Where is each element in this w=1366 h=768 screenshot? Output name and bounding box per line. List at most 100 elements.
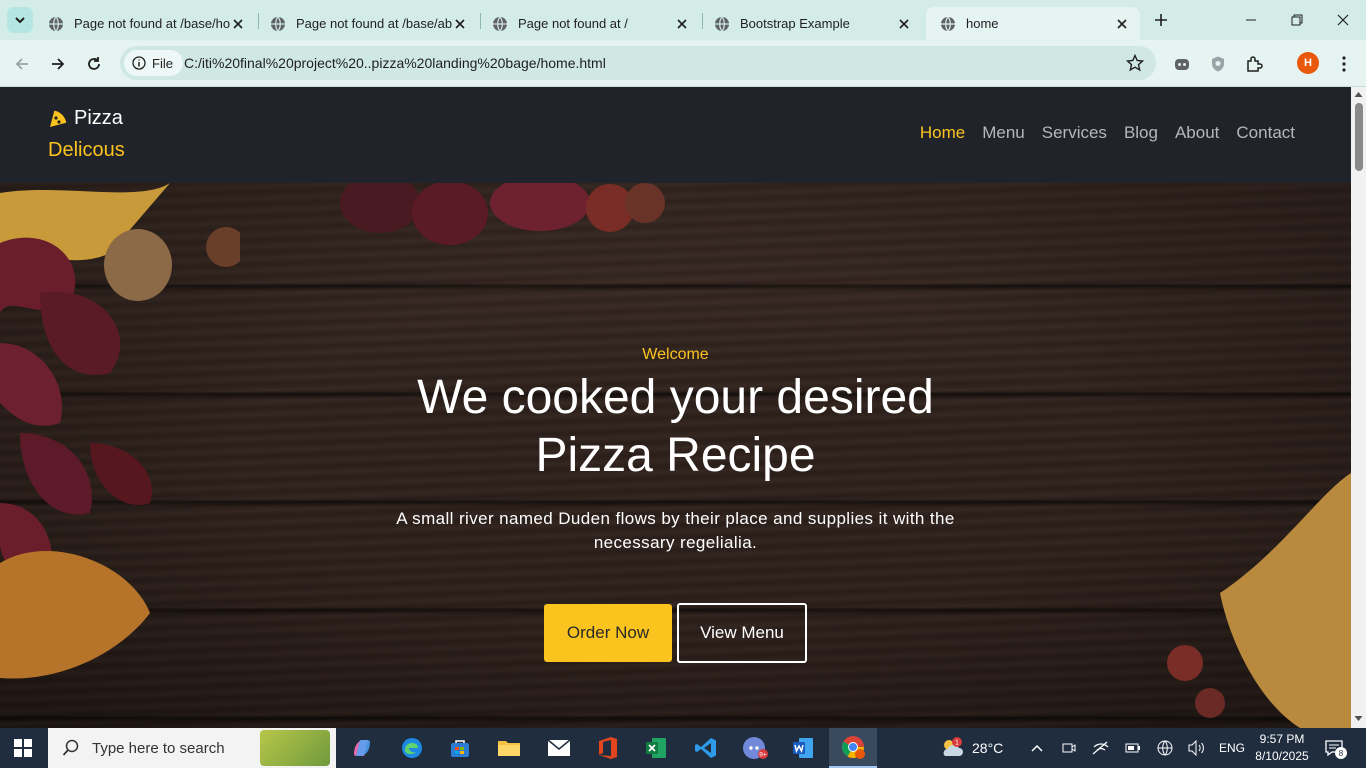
brand-name: Pizza: [74, 107, 123, 129]
chrome-icon: [842, 736, 865, 759]
close-icon: [1337, 14, 1349, 26]
taskbar-edge[interactable]: [396, 732, 428, 764]
taskbar-excel[interactable]: [640, 732, 672, 764]
clock-date: 8/10/2025: [1255, 749, 1309, 763]
bookmark-star-icon[interactable]: [1126, 54, 1144, 72]
scroll-down-arrow-icon[interactable]: [1354, 714, 1363, 723]
restore-icon: [1291, 14, 1303, 26]
tab-title: home: [966, 16, 999, 31]
nav-link-home[interactable]: Home: [920, 123, 965, 143]
info-icon: [132, 56, 146, 70]
taskbar-vscode[interactable]: [690, 732, 722, 764]
globe-icon: [715, 16, 729, 31]
folder-icon: [498, 741, 520, 756]
minimize-icon: [1246, 19, 1256, 21]
taskbar-copilot[interactable]: [346, 732, 378, 764]
tab-2[interactable]: Page not found at /base/about: [256, 7, 478, 40]
network-icon[interactable]: [1092, 741, 1110, 755]
shield-extension-button[interactable]: [1204, 50, 1232, 78]
back-button[interactable]: [8, 50, 36, 78]
close-icon[interactable]: [230, 16, 246, 32]
tab-search-button[interactable]: [7, 7, 33, 33]
view-menu-button[interactable]: View Menu: [677, 603, 807, 663]
battery-icon[interactable]: [1125, 742, 1141, 754]
notification-icon[interactable]: 8: [1324, 738, 1348, 760]
minimize-button[interactable]: [1228, 0, 1274, 40]
plus-icon: [1155, 14, 1167, 26]
reload-button[interactable]: [80, 50, 108, 78]
tab-3[interactable]: Page not found at /: [478, 7, 700, 40]
copilot-button[interactable]: [1168, 50, 1196, 78]
taskbar-discord[interactable]: 9+: [739, 732, 771, 764]
copilot-icon: [354, 740, 370, 756]
page-scrollbar[interactable]: [1351, 87, 1366, 728]
volume-icon[interactable]: [1188, 740, 1206, 756]
taskbar-word[interactable]: [787, 732, 819, 764]
arrow-right-icon: [52, 58, 65, 70]
globe-icon: [271, 16, 285, 31]
site-info-chip[interactable]: File: [124, 50, 183, 76]
nav-link-blog[interactable]: Blog: [1124, 123, 1158, 143]
windows-start-icon[interactable]: [14, 739, 32, 757]
browser-tab-strip: Page not found at /base/home Page not fo…: [0, 0, 1366, 40]
brand-logo[interactable]: Pizza: [48, 107, 123, 130]
new-tab-button[interactable]: [1150, 9, 1172, 31]
taskbar-mail[interactable]: [543, 732, 575, 764]
scroll-up-arrow-icon[interactable]: [1354, 90, 1363, 99]
forward-button[interactable]: [44, 50, 72, 78]
close-icon[interactable]: [1114, 16, 1130, 32]
tab-1[interactable]: Page not found at /base/home: [34, 7, 256, 40]
search-icon: [62, 739, 79, 756]
tab-title: Page not found at /base/home: [74, 16, 230, 31]
shield-icon: [1212, 56, 1224, 72]
menu-button[interactable]: [1330, 50, 1358, 78]
taskbar-file-explorer[interactable]: [493, 732, 525, 764]
weather-icon[interactable]: 1: [939, 736, 965, 760]
address-bar[interactable]: File C:/iti%20final%20project%20..pizza%…: [120, 46, 1156, 80]
nuts-decoration-top: [340, 183, 665, 245]
tab-5-active[interactable]: home: [926, 7, 1140, 40]
nav-link-about[interactable]: About: [1175, 123, 1219, 143]
pizza-slice-icon: [50, 110, 67, 127]
scrollbar-thumb[interactable]: [1355, 103, 1363, 171]
weather-temperature[interactable]: 28°C: [972, 740, 1003, 756]
meet-icon[interactable]: [1062, 741, 1076, 755]
puzzle-icon: [1247, 56, 1263, 72]
nav-link-menu[interactable]: Menu: [982, 123, 1025, 143]
brand-subtitle: Delicous: [48, 139, 125, 161]
tab-4[interactable]: Bootstrap Example: [700, 7, 922, 40]
vscode-icon: [695, 738, 716, 758]
weather-badge: 1: [955, 740, 959, 747]
nav-link-services[interactable]: Services: [1042, 123, 1107, 143]
taskbar-office[interactable]: [592, 732, 624, 764]
edge-icon: [402, 738, 422, 758]
mail-icon: [547, 739, 571, 756]
site-navbar: Pizza Delicous Home Menu Services Blog A…: [0, 87, 1351, 183]
nav-link-contact[interactable]: Contact: [1236, 123, 1295, 143]
input-language[interactable]: ENG: [1219, 741, 1245, 755]
clock-time: 9:57 PM: [1259, 732, 1305, 746]
notification-count: 8: [1339, 749, 1344, 758]
hero-subtext: A small river named Duden flows by their…: [396, 509, 955, 552]
more-vertical-icon: [1342, 56, 1346, 72]
chevron-up-icon[interactable]: [1031, 743, 1043, 753]
taskbar-clock[interactable]: 9:57 PM 8/10/2025: [1250, 731, 1314, 765]
restore-button[interactable]: [1274, 0, 1320, 40]
close-icon[interactable]: [452, 16, 468, 32]
tab-title: Page not found at /: [518, 16, 628, 31]
order-now-button[interactable]: Order Now: [544, 604, 672, 662]
taskbar-search[interactable]: Type here to search: [48, 728, 336, 768]
word-icon: [793, 738, 813, 758]
close-icon[interactable]: [896, 16, 912, 32]
arrow-left-icon: [15, 58, 28, 70]
close-window-button[interactable]: [1320, 0, 1366, 40]
close-icon[interactable]: [674, 16, 690, 32]
taskbar-store[interactable]: [444, 732, 476, 764]
url-text[interactable]: C:/iti%20final%20project%20..pizza%20lan…: [184, 55, 606, 71]
profile-avatar[interactable]: H: [1297, 52, 1319, 74]
office-icon: [599, 737, 617, 759]
extensions-button[interactable]: [1240, 50, 1268, 78]
tab-title: Page not found at /base/about: [296, 16, 452, 31]
taskbar-chrome-active[interactable]: [829, 728, 877, 768]
globe-icon[interactable]: [1157, 740, 1173, 756]
